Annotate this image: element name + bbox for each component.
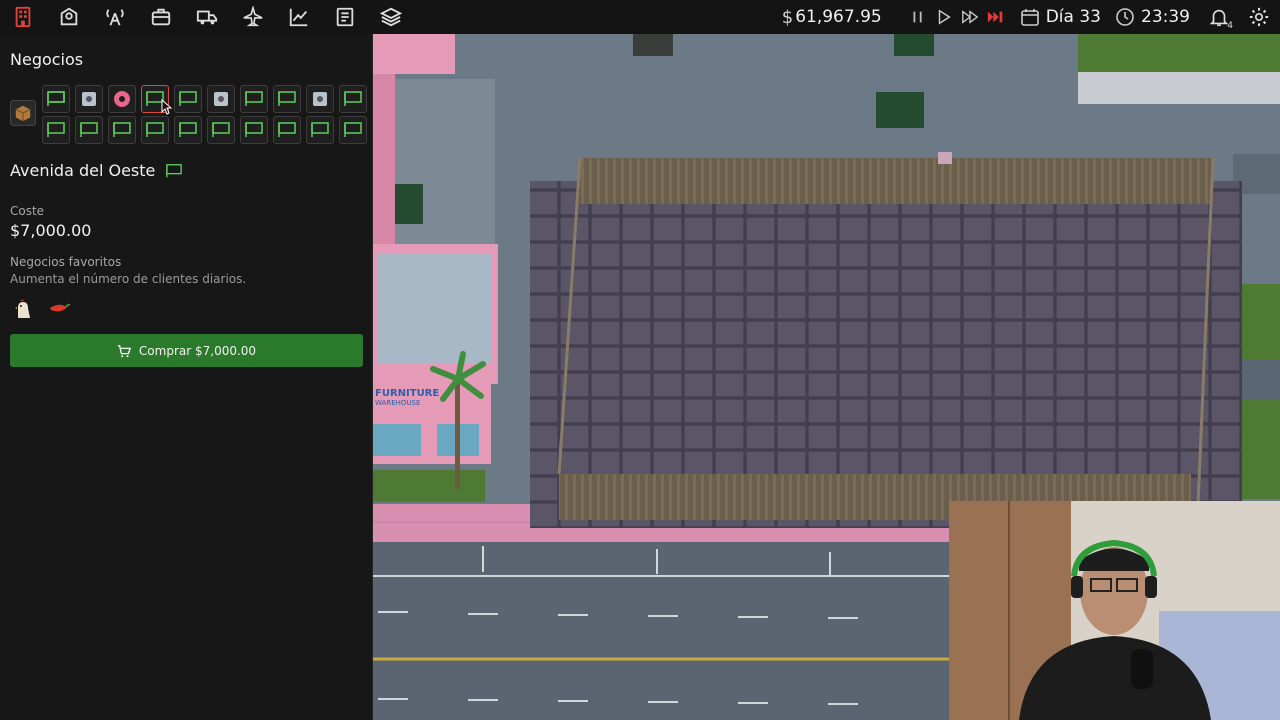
lot-cell[interactable]: [240, 85, 268, 113]
map-marker-icon[interactable]: [46, 0, 92, 34]
lot-flag-icon: [47, 91, 65, 106]
broadcast-icon[interactable]: [92, 0, 138, 34]
money-value: 61,967.95: [795, 7, 882, 27]
pause-icon[interactable]: [908, 7, 928, 27]
favorites-label: Negocios favoritos: [10, 255, 122, 269]
day-value: Día 33: [1045, 7, 1101, 27]
main-nav: [0, 0, 414, 34]
shop-icon: [82, 92, 96, 106]
lot-cell[interactable]: [306, 116, 334, 144]
money-symbol: $: [781, 6, 794, 28]
business-lot-grid: [10, 85, 367, 147]
lot-cell[interactable]: [42, 116, 70, 144]
lot-flag-icon: [245, 122, 263, 137]
top-bar: $ 61,967.95 Día 33 23:39 4: [0, 0, 1280, 34]
lot-cells: [42, 85, 369, 144]
cart-icon: [117, 344, 131, 357]
favorite-businesses: [10, 296, 362, 322]
lot-flag-icon: [113, 122, 131, 137]
gear-icon: [1249, 7, 1269, 27]
lot-cell[interactable]: [273, 85, 301, 113]
money-display: $ 61,967.95: [782, 7, 882, 28]
lot-flag-icon: [166, 163, 183, 177]
cost-label: Coste: [10, 204, 45, 218]
speed-controls: [908, 7, 1006, 27]
lot-cell[interactable]: [339, 116, 367, 144]
calendar-icon: [1020, 9, 1039, 26]
play-icon[interactable]: [934, 7, 954, 27]
lot-header: Avenida del Oeste: [10, 161, 362, 180]
lot-cell[interactable]: [75, 85, 103, 113]
lot-cell[interactable]: [207, 116, 235, 144]
layers-icon[interactable]: [368, 0, 414, 34]
status-area: $ 61,967.95 Día 33 23:39 4: [782, 0, 1280, 34]
lot-name: Avenida del Oeste: [10, 161, 156, 180]
shop-icon: [214, 92, 228, 106]
donut-shop-icon: [114, 91, 130, 107]
buy-button-label: Comprar $7,000.00: [138, 343, 257, 358]
streamer-camera-feed: [949, 501, 1280, 720]
lot-cell[interactable]: [240, 116, 268, 144]
lot-cell[interactable]: [273, 116, 301, 144]
delivery-truck-icon[interactable]: [184, 0, 230, 34]
lot-flag-icon: [311, 122, 329, 137]
notifications-button[interactable]: 4: [1204, 2, 1234, 32]
store-sign-sub: WAREHOUSE: [375, 399, 420, 407]
panel-title: Negocios: [10, 50, 84, 69]
day-display: Día 33: [1020, 7, 1101, 27]
newspaper-icon[interactable]: [322, 0, 368, 34]
lot-flag-icon: [245, 91, 263, 106]
business-icon[interactable]: [0, 0, 46, 34]
airplane-icon[interactable]: [230, 0, 276, 34]
lot-flag-icon: [212, 122, 230, 137]
package-icon[interactable]: [10, 100, 36, 126]
lot-cell[interactable]: [339, 85, 367, 113]
lot-cell[interactable]: [174, 116, 202, 144]
favorites-description: Aumenta el número de clientes diarios.: [10, 272, 247, 286]
store-sign: FURNITURE: [375, 388, 439, 399]
lot-flag-icon: [278, 122, 296, 137]
lot-cell[interactable]: [42, 85, 70, 113]
lot-flag-icon: [278, 91, 296, 106]
trending-chart-icon[interactable]: [276, 0, 322, 34]
clock-icon: [1116, 8, 1134, 26]
ultra-speed-icon[interactable]: [986, 7, 1006, 27]
lot-flag-icon: [146, 122, 164, 137]
time-display: 23:39: [1115, 7, 1190, 27]
chili-pepper-icon: [46, 296, 72, 322]
notification-count: 4: [1227, 21, 1233, 31]
lot-flag-icon: [179, 91, 197, 106]
lot-cell[interactable]: [108, 85, 136, 113]
lot-cell[interactable]: [174, 85, 202, 113]
fast-forward-icon[interactable]: [960, 7, 980, 27]
lot-cell[interactable]: [108, 116, 136, 144]
lot-cell[interactable]: [141, 116, 169, 144]
webcam-overlay: [949, 501, 1280, 720]
buy-button[interactable]: Comprar $7,000.00: [10, 334, 363, 367]
cost-value: $7,000.00: [10, 221, 92, 240]
lot-flag-icon: [179, 122, 197, 137]
briefcase-icon[interactable]: [138, 0, 184, 34]
lot-flag-icon: [344, 91, 362, 106]
lot-flag-icon: [80, 122, 98, 137]
lot-flag-icon: [47, 122, 65, 137]
time-value: 23:39: [1141, 7, 1190, 27]
lot-cell[interactable]: [207, 85, 235, 113]
mouse-cursor-icon: [161, 99, 173, 115]
shop-icon: [313, 92, 327, 106]
lot-cell[interactable]: [75, 116, 103, 144]
lot-cell[interactable]: [306, 85, 334, 113]
chicken-icon: [10, 296, 36, 322]
lot-flag-icon: [344, 122, 362, 137]
business-panel: Negocios Avenida del Oeste Coste $7,000.…: [0, 34, 373, 720]
settings-button[interactable]: [1244, 2, 1274, 32]
